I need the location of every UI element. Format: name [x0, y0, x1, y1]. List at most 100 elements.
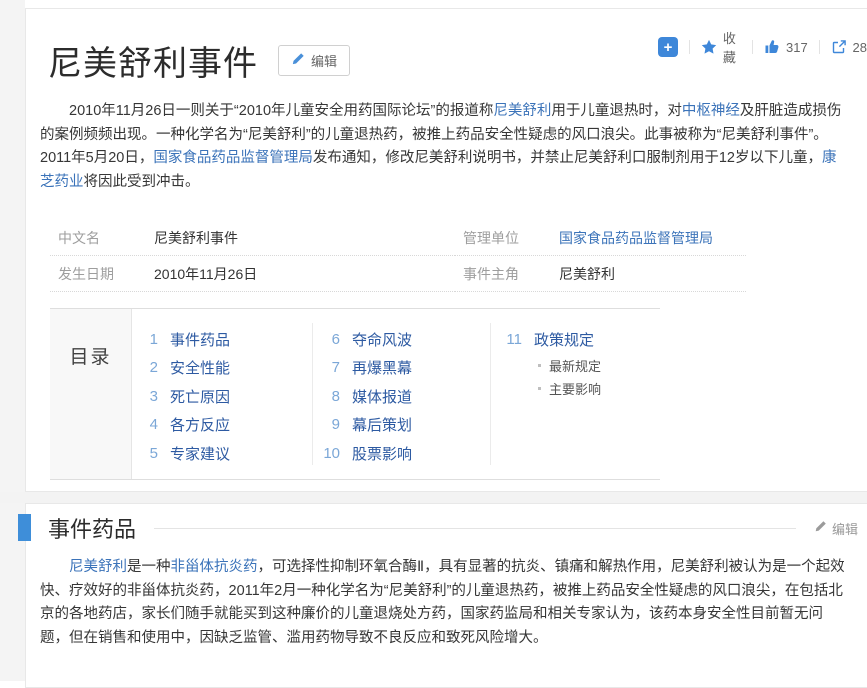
- toc-label: 再爆黑幕: [352, 357, 412, 378]
- pencil-icon: [291, 52, 305, 69]
- infobox-cell: 中文名 尼美舒利事件: [50, 220, 455, 256]
- toc-title: 目录: [50, 309, 132, 479]
- toc-number: 2: [136, 359, 158, 376]
- divider: [154, 528, 796, 529]
- text-run: 用于儿童退热时，对: [551, 103, 682, 119]
- inline-link[interactable]: 尼美舒利: [493, 103, 551, 119]
- toc-column-1: 1 事件药品 2 安全性能 3 死亡原因 4 各方反应 5 专家建议: [136, 325, 230, 468]
- page-left-margin: [0, 0, 25, 681]
- infobox-cell: 发生日期 2010年11月26日: [50, 256, 455, 292]
- infobox-label: 管理单位: [463, 228, 559, 248]
- text-run: 发布通知，修改尼美舒利说明书，并禁止尼美舒利口服制剂用于12岁以下儿童，: [313, 150, 822, 166]
- toc-label: 股票影响: [352, 443, 412, 464]
- bullet-icon: [538, 364, 541, 367]
- toc-number: 10: [318, 445, 340, 462]
- infobox-value-link[interactable]: 国家食品药品监督管理局: [559, 228, 713, 248]
- toc-item-9[interactable]: 9 幕后策划: [318, 411, 412, 440]
- intro-paragraph: 2010年11月26日一则关于“2010年儿童安全用药国际论坛”的报道称尼美舒利…: [40, 100, 846, 194]
- infobox-value: 尼美舒利事件: [154, 228, 238, 248]
- toc-number: 9: [318, 416, 340, 433]
- share-count: 28: [853, 40, 867, 55]
- toc-number: 7: [318, 359, 340, 376]
- like-button[interactable]: 317: [764, 39, 808, 55]
- toc-label: 专家建议: [170, 443, 230, 464]
- text-run: 是一种: [127, 559, 171, 575]
- star-icon: [701, 39, 717, 55]
- infobox-label: 发生日期: [58, 264, 154, 284]
- share-icon: [831, 39, 847, 55]
- toc-sub-label: 主要影响: [549, 379, 601, 398]
- infobox-label: 事件主角: [463, 264, 559, 284]
- page-title: 尼美舒利事件: [48, 36, 258, 85]
- section-edit-label: 编辑: [832, 519, 858, 538]
- section-edit-button[interactable]: 编辑: [814, 519, 858, 538]
- toc-number: 6: [318, 331, 340, 348]
- toc-sub-label: 最新规定: [549, 356, 601, 375]
- table-of-contents: 目录 1 事件药品 2 安全性能 3 死亡原因 4 各方反应 5 专家建议 6 …: [50, 308, 660, 480]
- toc-subitem-1[interactable]: 最新规定: [538, 354, 601, 377]
- toc-column-2: 6 夺命风波 7 再爆黑幕 8 媒体报道 9 幕后策划 10 股票影响: [318, 325, 412, 468]
- section-header: 事件药品 编辑: [48, 508, 858, 548]
- toc-item-5[interactable]: 5 专家建议: [136, 439, 230, 468]
- text-run: 将因此受到冲击。: [84, 174, 200, 190]
- toc-item-4[interactable]: 4 各方反应: [136, 411, 230, 440]
- inline-link[interactable]: 中枢神经: [682, 103, 740, 119]
- thumb-up-icon: [764, 39, 780, 55]
- add-button[interactable]: +: [658, 37, 678, 57]
- infobox-value: 尼美舒利: [559, 264, 615, 284]
- toc-column-3: 11 政策规定 最新规定 主要影响: [494, 325, 601, 400]
- toc-label: 死亡原因: [170, 386, 230, 407]
- inline-link[interactable]: 国家食品药品监督管理局: [153, 150, 313, 166]
- toc-label: 夺命风波: [352, 329, 412, 350]
- share-button[interactable]: 28: [831, 39, 867, 55]
- toc-item-7[interactable]: 7 再爆黑幕: [318, 354, 412, 383]
- toc-item-8[interactable]: 8 媒体报道: [318, 382, 412, 411]
- section-paragraph: 尼美舒利是一种非甾体抗炎药，可选择性抑制环氧合酶Ⅱ，具有显著的抗炎、镇痛和解热作…: [40, 556, 846, 650]
- action-bar: + 收藏 317 28: [658, 28, 867, 66]
- toc-item-10[interactable]: 10 股票影响: [318, 439, 412, 468]
- infobox: 中文名 尼美舒利事件 管理单位 国家食品药品监督管理局 发生日期 2010年11…: [50, 220, 746, 292]
- divider: [752, 40, 753, 54]
- toc-item-3[interactable]: 3 死亡原因: [136, 382, 230, 411]
- toc-item-11[interactable]: 11 政策规定: [494, 325, 601, 354]
- infobox-cell: 管理单位 国家食品药品监督管理局: [455, 220, 746, 256]
- divider: [490, 323, 491, 465]
- favorite-button[interactable]: 收藏: [701, 28, 741, 66]
- toc-item-6[interactable]: 6 夺命风波: [318, 325, 412, 354]
- toc-item-2[interactable]: 2 安全性能: [136, 354, 230, 383]
- toc-item-1[interactable]: 1 事件药品: [136, 325, 230, 354]
- infobox-value: 2010年11月26日: [154, 264, 257, 284]
- divider: [689, 40, 690, 54]
- toc-label: 政策规定: [534, 329, 594, 350]
- section-title: 事件药品: [48, 512, 136, 544]
- pencil-icon: [814, 520, 827, 536]
- toc-label: 安全性能: [170, 357, 230, 378]
- text-run: 2010年11月26日一则关于“2010年儿童安全用药国际论坛”的报道称: [69, 103, 493, 119]
- toc-number: 1: [136, 331, 158, 348]
- section-accent-bar: [18, 514, 31, 541]
- toc-label: 各方反应: [170, 414, 230, 435]
- title-row: 尼美舒利事件 编辑: [48, 36, 350, 85]
- like-count: 317: [786, 40, 808, 55]
- edit-button-label: 编辑: [311, 51, 337, 70]
- toc-number: 8: [318, 388, 340, 405]
- favorite-label: 收藏: [723, 28, 741, 66]
- toc-label: 媒体报道: [352, 386, 412, 407]
- plus-icon[interactable]: +: [658, 37, 678, 57]
- divider: [819, 40, 820, 54]
- toc-number: 3: [136, 388, 158, 405]
- inline-link[interactable]: 非甾体抗炎药: [171, 559, 258, 575]
- inline-link[interactable]: 尼美舒利: [69, 559, 127, 575]
- infobox-cell: 事件主角 尼美舒利: [455, 256, 746, 292]
- infobox-label: 中文名: [58, 228, 154, 248]
- edit-button[interactable]: 编辑: [278, 45, 350, 76]
- toc-number: 11: [494, 331, 522, 348]
- toc-number: 4: [136, 416, 158, 433]
- module-separator: [0, 492, 867, 503]
- toc-subitem-2[interactable]: 主要影响: [538, 377, 601, 400]
- toc-label: 事件药品: [170, 329, 230, 350]
- toc-number: 5: [136, 445, 158, 462]
- toc-label: 幕后策划: [352, 414, 412, 435]
- bullet-icon: [538, 387, 541, 390]
- divider: [312, 323, 313, 465]
